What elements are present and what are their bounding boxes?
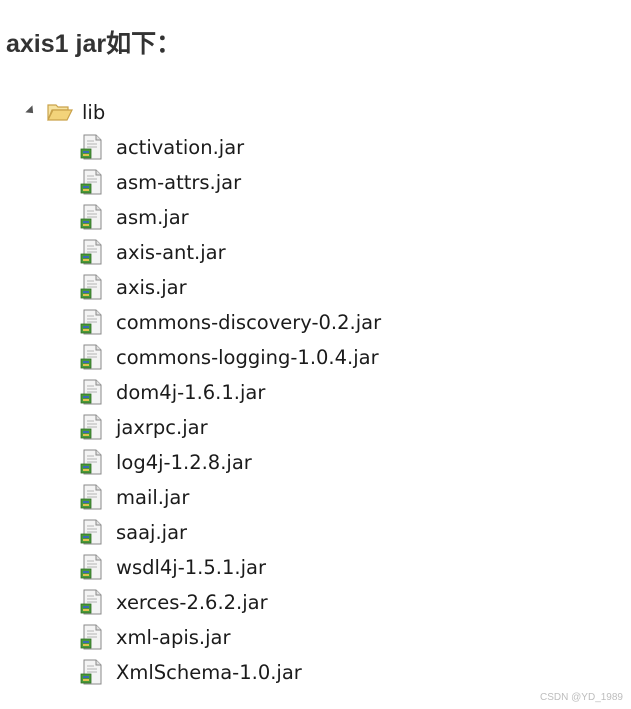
jar-file-icon [80, 274, 102, 300]
file-label: commons-discovery-0.2.jar [116, 310, 382, 334]
tree-file-item[interactable]: jaxrpc.jar [80, 411, 208, 443]
tree-file-item[interactable]: axis-ant.jar [80, 236, 226, 268]
file-label: xml-apis.jar [116, 625, 231, 649]
file-label: asm.jar [116, 205, 189, 229]
jar-file-icon [80, 204, 102, 230]
watermark: CSDN @YD_1989 [540, 692, 623, 703]
file-label: dom4j-1.6.1.jar [116, 380, 266, 404]
jar-file-icon [80, 169, 102, 195]
tree-file-item[interactable]: commons-discovery-0.2.jar [80, 306, 381, 338]
jar-file-icon [80, 659, 102, 685]
tree-file-item[interactable]: xml-apis.jar [80, 621, 230, 653]
file-label: axis.jar [116, 275, 187, 299]
tree-file-item[interactable]: asm.jar [80, 201, 189, 233]
tree-file-item[interactable]: axis.jar [80, 271, 187, 303]
jar-file-icon [80, 449, 102, 475]
jar-file-icon [80, 624, 102, 650]
jar-file-icon [80, 589, 102, 615]
tree-file-item[interactable]: asm-attrs.jar [80, 166, 241, 198]
file-label: commons-logging-1.0.4.jar [116, 345, 379, 369]
file-label: log4j-1.2.8.jar [116, 450, 252, 474]
jar-file-icon [80, 239, 102, 265]
file-label: jaxrpc.jar [116, 415, 208, 439]
tree-file-item[interactable]: xerces-2.6.2.jar [80, 586, 268, 618]
folder-label: lib [82, 100, 106, 124]
jar-file-icon [80, 344, 102, 370]
file-label: mail.jar [116, 485, 190, 509]
tree-file-item[interactable]: XmlSchema-1.0.jar [80, 656, 302, 688]
jar-file-icon [80, 309, 102, 335]
tree-file-item[interactable]: wsdl4j-1.5.1.jar [80, 551, 266, 583]
tree-file-item[interactable]: saaj.jar [80, 516, 187, 548]
open-folder-icon [47, 104, 73, 121]
tree-file-item[interactable]: dom4j-1.6.1.jar [80, 376, 265, 408]
file-label: wsdl4j-1.5.1.jar [116, 555, 266, 579]
jar-file-icon [80, 414, 102, 440]
file-label: XmlSchema-1.0.jar [116, 660, 302, 684]
file-tree: lib activation.jar asm-attrs.jar asm.jar ax… [0, 0, 631, 709]
jar-file-icon [80, 554, 102, 580]
tree-folder-lib[interactable]: lib [22, 96, 105, 128]
tree-file-item[interactable]: log4j-1.2.8.jar [80, 446, 252, 478]
file-label: xerces-2.6.2.jar [116, 590, 268, 614]
file-label: axis-ant.jar [116, 240, 226, 264]
jar-file-icon [80, 134, 102, 160]
expand-arrow-icon[interactable] [22, 104, 38, 120]
tree-file-item[interactable]: mail.jar [80, 481, 189, 513]
tree-file-item[interactable]: activation.jar [80, 131, 244, 163]
file-label: activation.jar [116, 135, 245, 159]
file-label: saaj.jar [116, 520, 188, 544]
file-label: asm-attrs.jar [116, 170, 242, 194]
jar-file-icon [80, 484, 102, 510]
jar-file-icon [80, 379, 102, 405]
jar-file-icon [80, 519, 102, 545]
tree-file-item[interactable]: commons-logging-1.0.4.jar [80, 341, 379, 373]
